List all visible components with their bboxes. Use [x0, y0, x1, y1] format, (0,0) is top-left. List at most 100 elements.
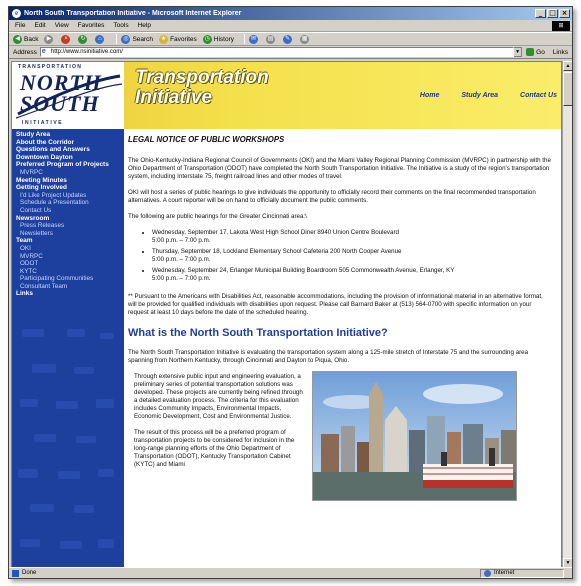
mail-icon: ✉ — [249, 34, 259, 44]
nav-downtown-dayton[interactable]: Downtown Dayton — [16, 154, 124, 162]
nav-preferred-program[interactable]: Preferred Program of Projects — [16, 161, 124, 169]
top-nav: Home Study Area Contact Us — [398, 92, 557, 99]
skyline-image — [313, 372, 516, 500]
hearings-intro-paragraph: OKI will host a series of public hearing… — [128, 189, 536, 204]
nav-press-releases[interactable]: Press Releases — [16, 222, 124, 230]
discuss-button[interactable]: ▦ — [300, 34, 311, 44]
mail-button[interactable]: ✉ — [249, 34, 260, 44]
go-label: Go — [536, 48, 545, 56]
ada-paragraph: ** Pursuant to the Americans with Disabi… — [128, 293, 543, 316]
ie-logo-icon: e — [12, 9, 21, 18]
site-header: TRANSPORTATION NORTH SOUTH INITIATIVE Tr… — [12, 62, 561, 129]
scroll-up-icon[interactable]: ▲ — [563, 61, 572, 71]
left-nav: Study Area About the Corridor Questions … — [12, 129, 124, 567]
list-item: Thursday, September 18, Lockland Element… — [152, 248, 552, 264]
history-label: History — [213, 35, 235, 43]
nav-consultant-team[interactable]: Consultant Team — [16, 283, 124, 291]
toolbar-separator — [116, 34, 118, 44]
security-zone: Internet — [480, 568, 564, 578]
refresh-button[interactable]: ↻ — [78, 34, 89, 44]
two-column-section: Through extensive public input and engin… — [128, 371, 552, 567]
nav-team[interactable]: Team — [16, 237, 124, 245]
nav-preferred-mvrpc[interactable]: MVRPC — [16, 169, 124, 177]
hearing-location: Thursday, September 18, Lockland Element… — [152, 248, 402, 255]
topnav-study-area-link[interactable]: Study Area — [461, 92, 498, 99]
cincinnati-skyline-photo — [312, 371, 517, 501]
list-item: Wednesday, September 24, Erlanger Munici… — [152, 267, 552, 283]
nav-team-mvrpc[interactable]: MVRPC — [16, 253, 124, 261]
menu-edit[interactable]: Edit — [34, 22, 45, 29]
home-button[interactable]: ⌂ — [95, 34, 106, 44]
globe-icon — [484, 569, 491, 577]
address-bar: Address http://www.nsinitiative.com/ ▼ G… — [9, 46, 572, 59]
address-dropdown-icon[interactable]: ▼ — [513, 47, 523, 57]
window-controls: _ □ × — [535, 9, 570, 18]
forward-arrow-icon: ▶ — [44, 34, 54, 44]
menu-bar: File Edit View Favorites Tools Help ⊞ — [9, 20, 572, 32]
close-button[interactable]: × — [559, 9, 570, 18]
nav-study-area[interactable]: Study Area — [16, 131, 124, 139]
search-icon: ◎ — [121, 34, 131, 44]
brand-line-1: Transportation — [135, 67, 269, 88]
evaluation-paragraph: Through extensive public input and engin… — [134, 373, 303, 420]
nav-schedule-presentation[interactable]: Schedule a Presentation — [16, 199, 124, 207]
brand-line-2: Initiative — [135, 87, 213, 108]
nav-contact-us[interactable]: Contact Us — [16, 207, 124, 215]
nav-team-odot[interactable]: ODOT — [16, 260, 124, 268]
scroll-thumb[interactable] — [563, 72, 572, 106]
print-button[interactable]: ▤ — [266, 34, 277, 44]
maximize-button[interactable]: □ — [547, 9, 558, 18]
print-icon: ▤ — [266, 34, 276, 44]
links-button[interactable]: Links — [553, 49, 568, 56]
site-logo[interactable]: TRANSPORTATION NORTH SOUTH INITIATIVE — [12, 62, 124, 129]
edit-button[interactable]: ✎ — [283, 34, 294, 44]
menu-file[interactable]: File — [15, 22, 25, 29]
topnav-home-link[interactable]: Home — [420, 92, 439, 99]
title-bar: e North South Transportation Initiative … — [9, 7, 572, 20]
windows-logo-icon: ⊞ — [552, 21, 570, 31]
nav-questions-and-answers[interactable]: Questions and Answers — [16, 146, 124, 154]
nav-newsletters[interactable]: Newsletters — [16, 230, 124, 238]
favorites-button[interactable]: ★ Favorites — [159, 34, 197, 44]
hearing-location: Wednesday, September 17, Lakota West Hig… — [152, 229, 399, 236]
minimize-button[interactable]: _ — [535, 9, 546, 18]
nav-participating-communities[interactable]: Participating Communities — [16, 275, 124, 283]
history-button[interactable]: ◷ History — [202, 34, 235, 44]
history-icon: ◷ — [202, 34, 212, 44]
back-button[interactable]: ◀ Back — [13, 34, 39, 44]
address-input[interactable]: http://www.nsinitiative.com/ — [39, 47, 515, 57]
status-bar: Done Internet — [9, 567, 572, 578]
hearing-location: Wednesday, September 24, Erlanger Munici… — [152, 267, 455, 274]
discuss-icon: ▦ — [300, 34, 310, 44]
nav-project-updates[interactable]: I'd Like Project Updates — [16, 192, 124, 200]
go-button[interactable]: Go — [526, 48, 545, 56]
nav-meeting-minutes[interactable]: Meeting Minutes — [16, 177, 124, 185]
nav-getting-involved[interactable]: Getting Involved — [16, 184, 124, 192]
address-label: Address — [13, 48, 37, 56]
vertical-scrollbar[interactable]: ▲ ▼ — [562, 61, 572, 568]
toolbar: ◀ Back ▶ × ↻ ⌂ ◎ Search ★ Favorites ◷ Histor… — [9, 32, 572, 46]
forward-button[interactable]: ▶ — [44, 34, 55, 44]
nav-team-oki[interactable]: OKI — [16, 245, 124, 253]
nav-links[interactable]: Links — [16, 290, 124, 298]
nav-newsroom[interactable]: Newsroom — [16, 215, 124, 223]
favorites-label: Favorites — [170, 35, 197, 43]
stop-icon: × — [61, 34, 71, 44]
menu-favorites[interactable]: Favorites — [78, 22, 105, 29]
logo-bottom-text: INITIATIVE — [22, 120, 64, 126]
nav-about-the-corridor[interactable]: About the Corridor — [16, 139, 124, 147]
browser-window: e North South Transportation Initiative … — [8, 6, 573, 579]
menu-view[interactable]: View — [55, 22, 69, 29]
home-icon: ⌂ — [95, 34, 105, 44]
topnav-contact-us-link[interactable]: Contact Us — [520, 92, 557, 99]
search-button[interactable]: ◎ Search — [121, 34, 153, 44]
nav-team-kytc[interactable]: KYTC — [16, 268, 124, 276]
list-item: Wednesday, September 17, Lakota West Hig… — [152, 229, 552, 245]
menu-help[interactable]: Help — [138, 22, 151, 29]
menu-tools[interactable]: Tools — [113, 22, 128, 29]
logo-south-text: SOUTH — [20, 91, 100, 116]
go-arrow-icon — [526, 48, 535, 56]
back-label: Back — [24, 35, 39, 43]
stop-button[interactable]: × — [61, 34, 72, 44]
toolbar-separator — [244, 34, 246, 44]
